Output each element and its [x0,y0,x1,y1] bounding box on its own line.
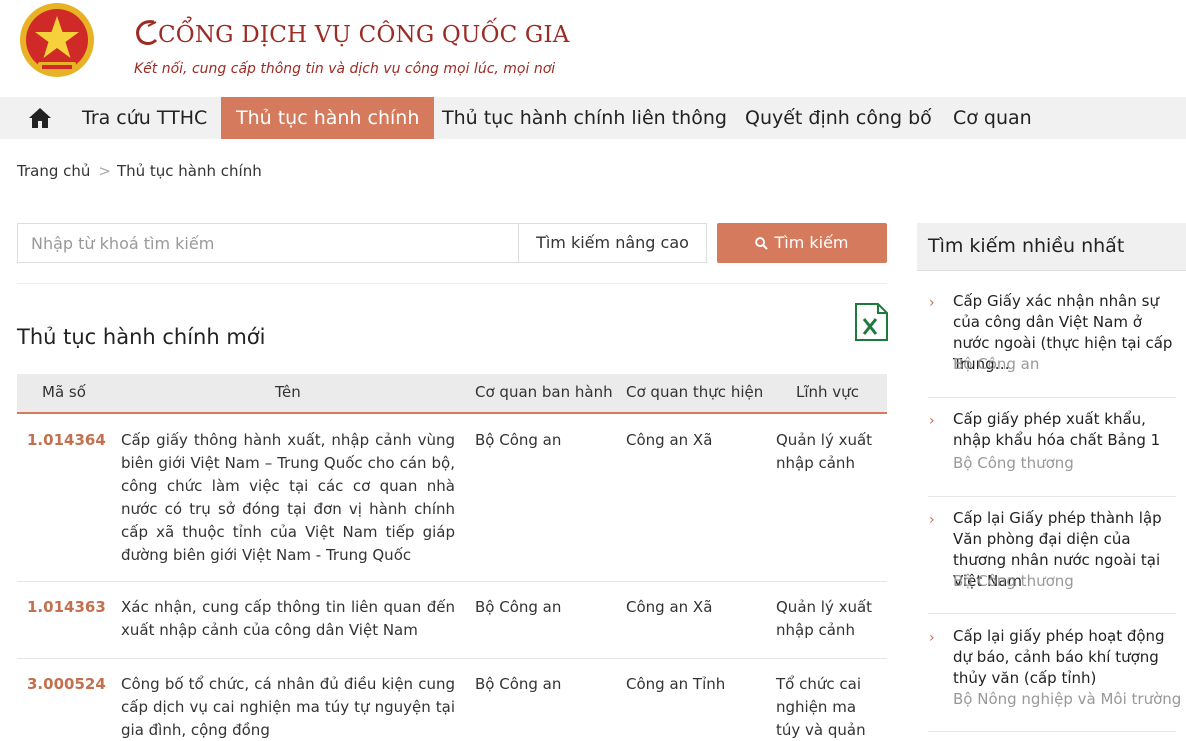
search-button-label: Tìm kiếm [774,233,849,252]
breadcrumb-current: Thủ tục hành chính [116,162,262,180]
column-header-field: Lĩnh vực [796,383,859,401]
row-issuer: Bộ Công an [475,598,562,616]
sidebar-item[interactable]: › Cấp Giấy xác nhận nhân sự của công dân… [928,291,1176,398]
chevron-right-icon: › [929,512,935,528]
column-header-name: Tên [275,383,301,401]
row-code[interactable]: 1.014364 [27,429,106,452]
site-title-text: CỔNG DỊCH VỤ CÔNG QUỐC GIA [158,22,570,48]
divider [17,283,887,284]
column-header-executor: Cơ quan thực hiện [626,383,764,401]
main-nav: Tra cứu TTHC Thủ tục hành chính Thủ tục … [0,97,1186,139]
nav-item-thu-tuc-lien-thong[interactable]: Thủ tục hành chính liên thông [442,97,727,139]
row-executor: Công an Tỉnh [626,675,726,693]
breadcrumb-home[interactable]: Trang chủ [17,162,90,180]
row-name[interactable]: Công bố tổ chức, cá nhân đủ điều kiện cu… [121,673,455,741]
row-field: Quản lý xuất nhập cảnh [776,598,873,639]
sidebar-item-title[interactable]: Cấp giấy phép xuất khẩu, nhập khẩu hóa c… [953,409,1177,451]
section-title: Thủ tục hành chính mới [17,325,266,349]
chevron-right-icon: › [929,630,935,646]
site-title[interactable]: CỔNG DỊCH VỤ CÔNG QUỐC GIA [134,18,570,48]
sidebar-title: Tìm kiếm nhiều nhất [917,223,1186,271]
row-code[interactable]: 1.014363 [27,596,106,619]
nav-item-tra-cuu-tthc[interactable]: Tra cứu TTHC [82,97,207,139]
sidebar-item-org: Bộ Công an [953,355,1040,373]
column-header-code: Mã số [42,383,86,401]
most-searched-sidebar: Tìm kiếm nhiều nhất › Cấp Giấy xác nhận … [917,223,1186,741]
nav-item-quyet-dinh-cong-bo[interactable]: Quyết định công bố [745,97,932,139]
sidebar-item-title[interactable]: Cấp lại giấy phép hoạt động dự báo, cảnh… [953,626,1177,689]
nav-item-thu-tuc-hanh-chinh[interactable]: Thủ tục hành chính [221,97,435,139]
row-name[interactable]: Xác nhận, cung cấp thông tin liên quan đ… [121,596,455,642]
national-emblem-icon[interactable] [16,0,98,82]
sidebar-item[interactable]: › Cấp lại giấy phép hoạt động dự báo, cả… [928,626,1181,732]
nav-item-co-quan[interactable]: Cơ quan [953,97,1032,139]
brand-swirl-icon [136,20,158,45]
column-header-issuer: Cơ quan ban hành [475,383,613,401]
site-slogan: Kết nối, cung cấp thông tin và dịch vụ c… [134,61,556,77]
search-box: Tìm kiếm nâng cao [17,223,707,263]
sidebar-item[interactable]: › Cấp lại Giấy phép thành lập Văn phòng … [928,508,1176,614]
table-row[interactable]: 1.014364 Cấp giấy thông hành xuất, nhập … [17,416,887,582]
search-input[interactable] [18,224,518,262]
chevron-right-icon: › [929,413,935,429]
table-header: Mã số Tên Cơ quan ban hành Cơ quan thực … [17,374,887,414]
row-code[interactable]: 3.000524 [27,673,106,696]
home-icon[interactable] [28,107,52,129]
row-executor: Công an Xã [626,431,713,449]
row-executor: Công an Xã [626,598,713,616]
sidebar-item-org: Bộ Nông nghiệp và Môi trường [953,690,1182,708]
site-header: CỔNG DỊCH VỤ CÔNG QUỐC GIA Kết nối, cung… [0,0,1186,97]
breadcrumb: Trang chủ > Thủ tục hành chính [17,162,262,180]
sidebar-item-org: Bộ Công thương [953,454,1074,472]
breadcrumb-separator: > [98,162,111,180]
excel-export-icon[interactable] [854,303,888,341]
chevron-right-icon: › [929,295,935,311]
search-icon [755,237,769,250]
table-row[interactable]: 3.000524 Công bố tổ chức, cá nhân đủ điề… [17,659,887,741]
row-issuer: Bộ Công an [475,675,562,693]
search-button[interactable]: Tìm kiếm [717,223,887,263]
row-name[interactable]: Cấp giấy thông hành xuất, nhập cảnh vùng… [121,429,455,567]
advanced-search-button[interactable]: Tìm kiếm nâng cao [518,224,706,262]
table-row[interactable]: 1.014363 Xác nhận, cung cấp thông tin li… [17,582,887,659]
row-field: Quản lý xuất nhập cảnh [776,431,873,472]
sidebar-item[interactable]: › Cấp giấy phép xuất khẩu, nhập khẩu hóa… [928,409,1176,497]
sidebar-item-org: Bộ Công thương [953,572,1074,590]
row-issuer: Bộ Công an [475,431,562,449]
row-field: Tổ chức cai nghiện ma túy và quản lý sau [776,675,866,739]
